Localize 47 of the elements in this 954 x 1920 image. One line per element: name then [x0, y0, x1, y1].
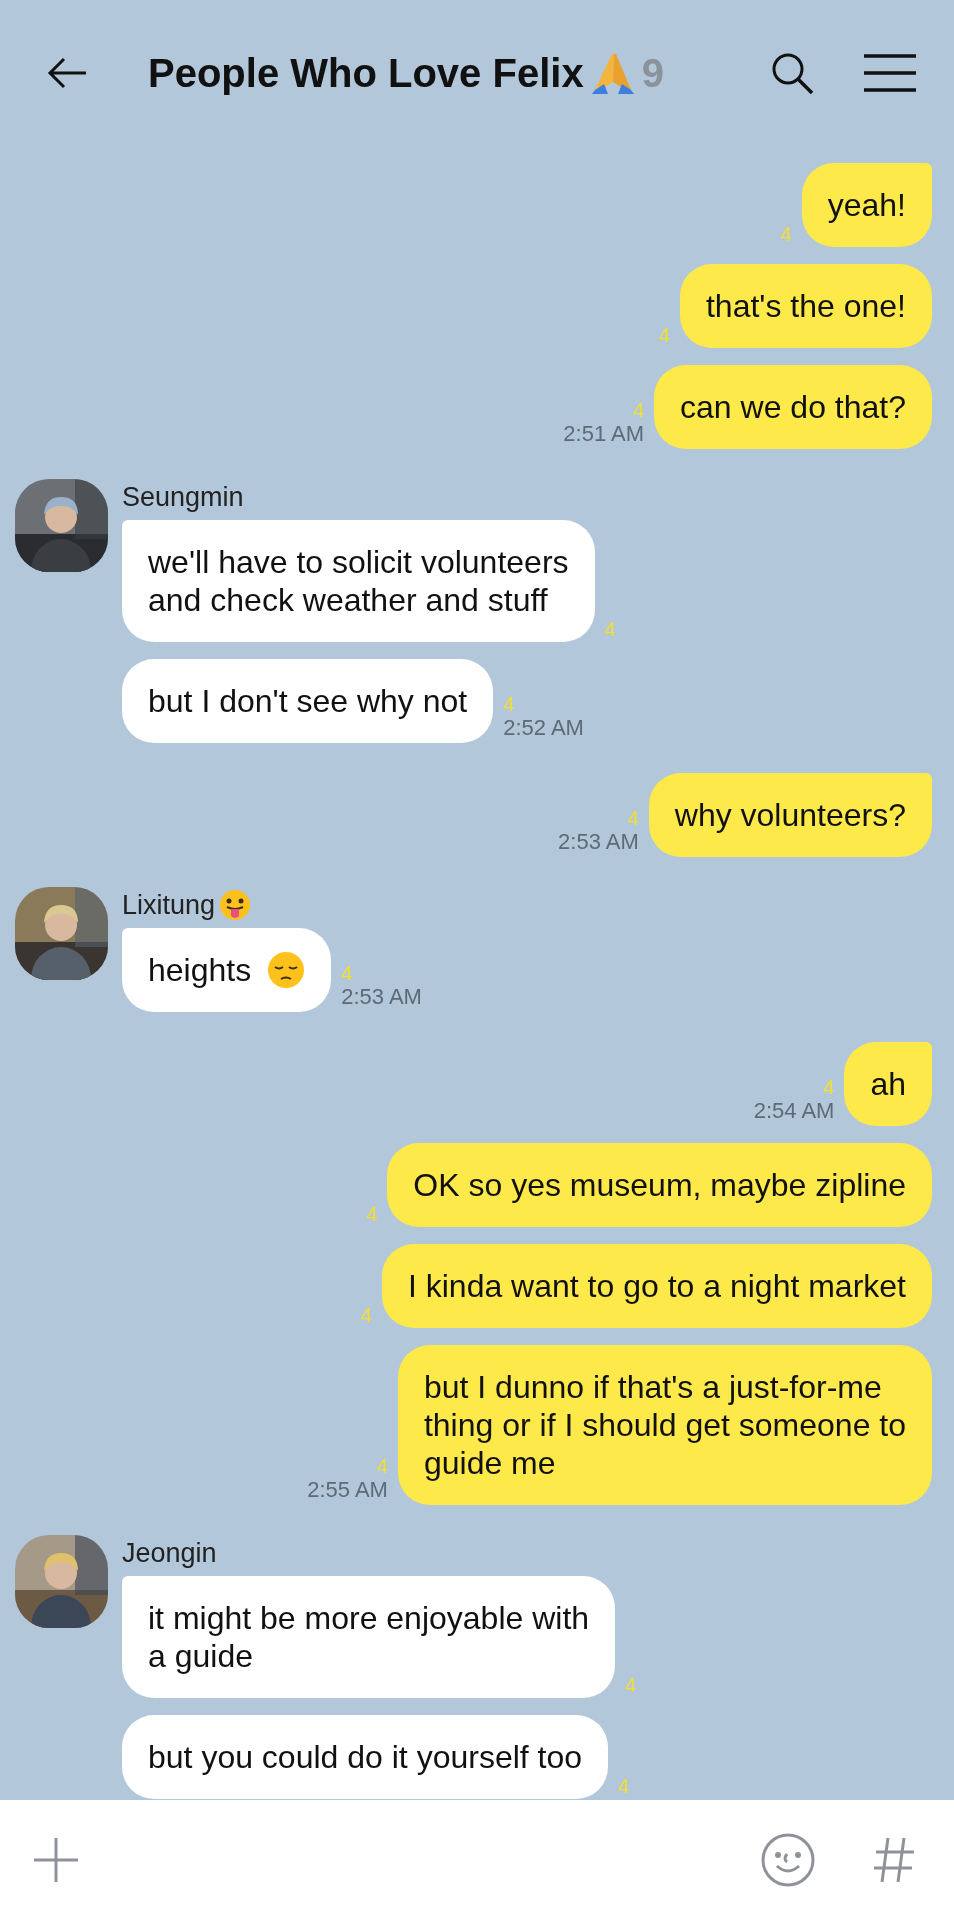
plus-icon: [32, 1836, 80, 1884]
message-bubble: we'll have to solicit volunteers and check weather and stuff: [122, 520, 595, 642]
unread-count: 4: [341, 962, 353, 984]
hashtag-button[interactable]: [872, 1836, 916, 1884]
unread-count: 4: [658, 324, 670, 346]
tongue-face-icon: [219, 889, 252, 921]
smiley-icon: [760, 1832, 816, 1888]
message-bubble: I kinda want to go to a night market: [381, 1244, 932, 1328]
unread-count: 4: [376, 1455, 388, 1477]
unread-count: 4: [632, 399, 645, 421]
message-bubble: heights: [122, 928, 332, 1012]
menu-button[interactable]: [864, 53, 916, 92]
unread-count: 4: [627, 807, 639, 829]
pensive-face-icon: [267, 951, 306, 989]
unread-count: 4: [503, 693, 515, 715]
chat-title: People Who Love Felix: [148, 49, 584, 97]
menu-icon: [864, 53, 916, 92]
unread-count: 4: [604, 618, 616, 640]
message-time: 2:52 AM: [503, 715, 584, 741]
message-time: 2:54 AM: [753, 1098, 835, 1124]
unread-count: 4: [625, 1674, 637, 1696]
sender-name: Lixitung: [122, 889, 216, 921]
message-bubble: it might be more enjoyable with a guide: [122, 1576, 616, 1698]
unread-count: 4: [780, 223, 792, 245]
message-bubble: but you could do it yourself too: [122, 1715, 609, 1799]
message-bubble: yeah!: [801, 163, 932, 247]
attach-button[interactable]: [32, 1836, 80, 1884]
message-bubble: but I don't see why not: [122, 659, 494, 743]
message-time: 2:51 AM: [563, 421, 645, 447]
message-bubble: OK so yes museum, maybe zipline: [387, 1143, 932, 1227]
hashtag-icon: [872, 1836, 916, 1884]
member-count: 9: [641, 49, 664, 97]
message-time: 2:53 AM: [558, 829, 639, 855]
message-bubble: why volunteers?: [648, 773, 932, 857]
unread-count: 4: [823, 1076, 835, 1098]
message-time: 2:55 AM: [307, 1477, 388, 1503]
sender-name: Seungmin: [122, 481, 244, 513]
unread-count: 4: [360, 1304, 372, 1326]
unread-count: 4: [366, 1203, 378, 1225]
message-bubble: can we do that?: [654, 365, 932, 449]
message-bubble: ah: [844, 1042, 932, 1126]
unread-count: 4: [618, 1775, 630, 1797]
message-time: 2:53 AM: [341, 984, 422, 1010]
message-bubble: but I dunno if that's a just-for-me thing or if I should get someone to guide me: [397, 1345, 932, 1505]
sender-name: Jeongin: [122, 1537, 217, 1569]
emoji-button[interactable]: [760, 1832, 816, 1888]
message-bubble: that's the one!: [679, 264, 932, 348]
